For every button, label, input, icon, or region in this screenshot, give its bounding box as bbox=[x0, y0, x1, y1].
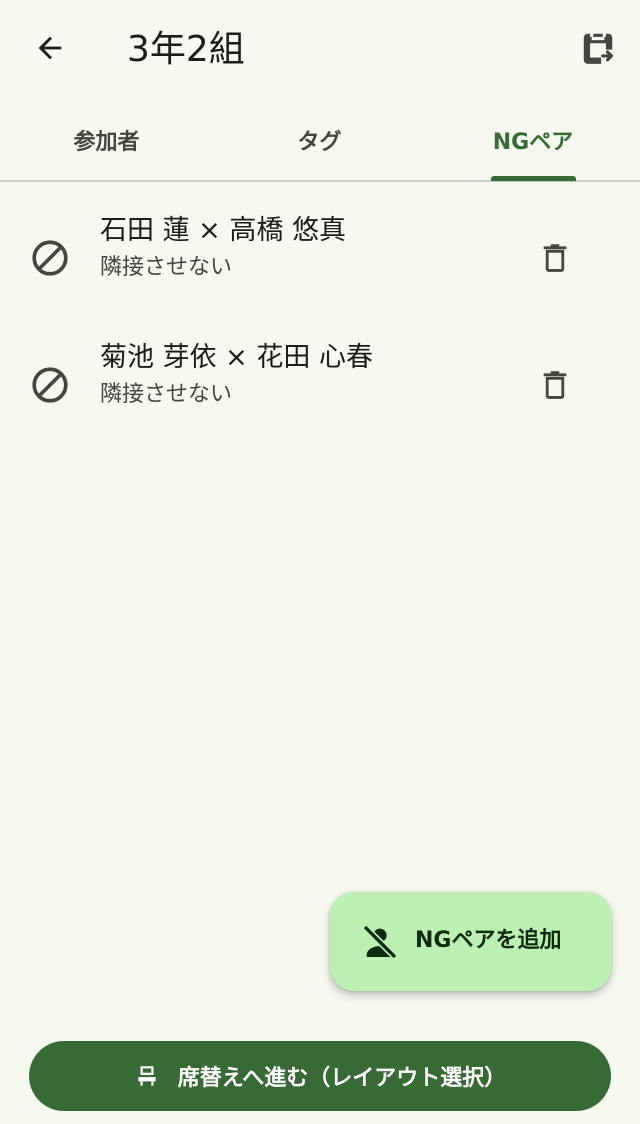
trash-icon bbox=[543, 371, 567, 399]
delete-button[interactable] bbox=[532, 361, 578, 407]
add-ng-pair-label: NGペアを追加 bbox=[415, 928, 562, 953]
top-app-bar: 3年2組 bbox=[0, 0, 640, 100]
seat-icon bbox=[138, 1066, 156, 1086]
tab-participants[interactable]: 参加者 bbox=[0, 100, 213, 180]
list-item[interactable]: 石田 蓮 × 高橋 悠真 隣接させない bbox=[0, 200, 640, 318]
block-icon bbox=[32, 367, 68, 403]
tab-bar: 参加者 タグ NGペア bbox=[0, 100, 640, 182]
arrow-left-icon bbox=[38, 36, 62, 60]
back-button[interactable] bbox=[28, 26, 72, 70]
pair-names: 石田 蓮 × 高橋 悠真 bbox=[100, 215, 346, 246]
tab-tags[interactable]: タグ bbox=[213, 100, 426, 180]
pair-rule: 隣接させない bbox=[100, 382, 233, 407]
delete-button[interactable] bbox=[532, 234, 578, 280]
proceed-to-seating-label: 席替えへ進む（レイアウト選択） bbox=[177, 1066, 507, 1091]
person-off-icon bbox=[362, 924, 398, 960]
pair-rule: 隣接させない bbox=[100, 255, 233, 280]
export-button[interactable] bbox=[574, 24, 622, 72]
block-icon bbox=[32, 240, 68, 276]
page-title: 3年2組 bbox=[127, 29, 245, 70]
add-ng-pair-button[interactable]: NGペアを追加 bbox=[330, 892, 611, 991]
list-item[interactable]: 菊池 芽依 × 花田 心春 隣接させない bbox=[0, 327, 640, 445]
trash-icon bbox=[543, 244, 567, 272]
clipboard-export-icon bbox=[583, 33, 614, 64]
tab-indicator bbox=[491, 176, 576, 181]
proceed-to-seating-button[interactable]: 席替えへ進む（レイアウト選択） bbox=[29, 1041, 611, 1111]
tab-ng-pairs[interactable]: NGペア bbox=[426, 100, 640, 180]
pair-names: 菊池 芽依 × 花田 心春 bbox=[100, 342, 373, 373]
